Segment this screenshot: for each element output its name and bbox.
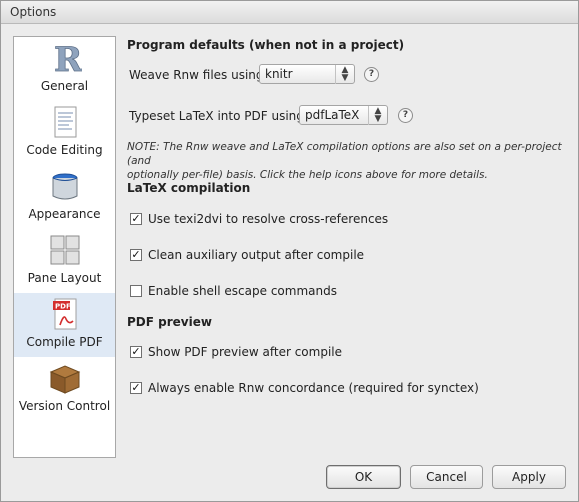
checkbox-box[interactable] <box>130 285 142 297</box>
note-line-2: optionally per-file) basis. Click the he… <box>127 169 488 181</box>
chevron-updown-icon: ▲ ▼ <box>368 106 387 125</box>
sidebar-item-compile-pdf[interactable]: PDF Compile PDF <box>14 293 115 357</box>
checkbox-label: Enable shell escape commands <box>148 284 337 298</box>
options-window: Options R General Code Editing Appearanc… <box>0 0 579 502</box>
sidebar-item-code-editing[interactable]: Code Editing <box>14 101 115 165</box>
checkbox-box[interactable]: ✓ <box>130 346 142 358</box>
latex-compilation-heading: LaTeX compilation <box>127 181 251 195</box>
sidebar-item-label: Compile PDF <box>26 335 103 349</box>
checkbox-label: Clean auxiliary output after compile <box>148 248 365 262</box>
svg-text:PDF: PDF <box>55 303 71 311</box>
weave-label: Weave Rnw files using: <box>129 68 268 82</box>
checkbox-box[interactable]: ✓ <box>130 213 142 225</box>
sidebar-item-label: Appearance <box>28 207 101 221</box>
typeset-label: Typeset LaTeX into PDF using: <box>129 109 308 123</box>
pane-grid-icon <box>50 235 80 265</box>
sidebar-item-label: Code Editing <box>26 143 103 157</box>
checkbox-label: Show PDF preview after compile <box>148 345 343 359</box>
checkbox-box[interactable]: ✓ <box>130 249 142 261</box>
weave-select-value: knitr <box>265 67 293 81</box>
sidebar-item-version-control[interactable]: Version Control <box>14 357 115 421</box>
typeset-select[interactable]: pdfLaTeX ▲ ▼ <box>299 105 388 125</box>
svg-text:R: R <box>54 41 82 75</box>
paint-bucket-icon <box>52 173 78 200</box>
apply-button[interactable]: Apply <box>492 465 566 489</box>
sidebar-item-pane-layout[interactable]: Pane Layout <box>14 229 115 293</box>
options-sidebar: R General Code Editing Appearance Pane L… <box>13 36 116 458</box>
note-line-1: NOTE: The Rnw weave and LaTeX compilatio… <box>127 141 562 167</box>
checkbox-label: Always enable Rnw concordance (required … <box>148 381 479 395</box>
r-logo-icon: R <box>54 41 82 75</box>
typeset-select-value: pdfLaTeX <box>305 108 360 122</box>
pdf-preview-heading: PDF preview <box>127 315 212 329</box>
title-bar: Options <box>1 1 578 24</box>
ok-button[interactable]: OK <box>326 465 401 489</box>
checkbox-label: Use texi2dvi to resolve cross-references <box>148 212 389 226</box>
sidebar-item-appearance[interactable]: Appearance <box>14 165 115 229</box>
program-defaults-heading: Program defaults (when not in a project) <box>127 38 405 52</box>
sidebar-item-label: General <box>40 79 89 93</box>
sidebar-item-general[interactable]: R General <box>14 37 115 101</box>
pdf-icon: PDF <box>53 298 77 330</box>
weave-help-icon[interactable]: ? <box>364 67 379 82</box>
typeset-help-icon[interactable]: ? <box>398 108 413 123</box>
document-icon <box>54 106 77 138</box>
window-title: Options <box>10 5 57 19</box>
cancel-button[interactable]: Cancel <box>410 465 483 489</box>
chevron-updown-icon: ▲ ▼ <box>335 65 354 84</box>
sidebar-item-label: Version Control <box>18 399 111 413</box>
compile-note: NOTE: The Rnw weave and LaTeX compilatio… <box>127 140 572 182</box>
box-icon <box>49 365 81 394</box>
sidebar-item-label: Pane Layout <box>27 271 102 285</box>
checkbox-box[interactable]: ✓ <box>130 382 142 394</box>
weave-select[interactable]: knitr ▲ ▼ <box>259 64 355 84</box>
